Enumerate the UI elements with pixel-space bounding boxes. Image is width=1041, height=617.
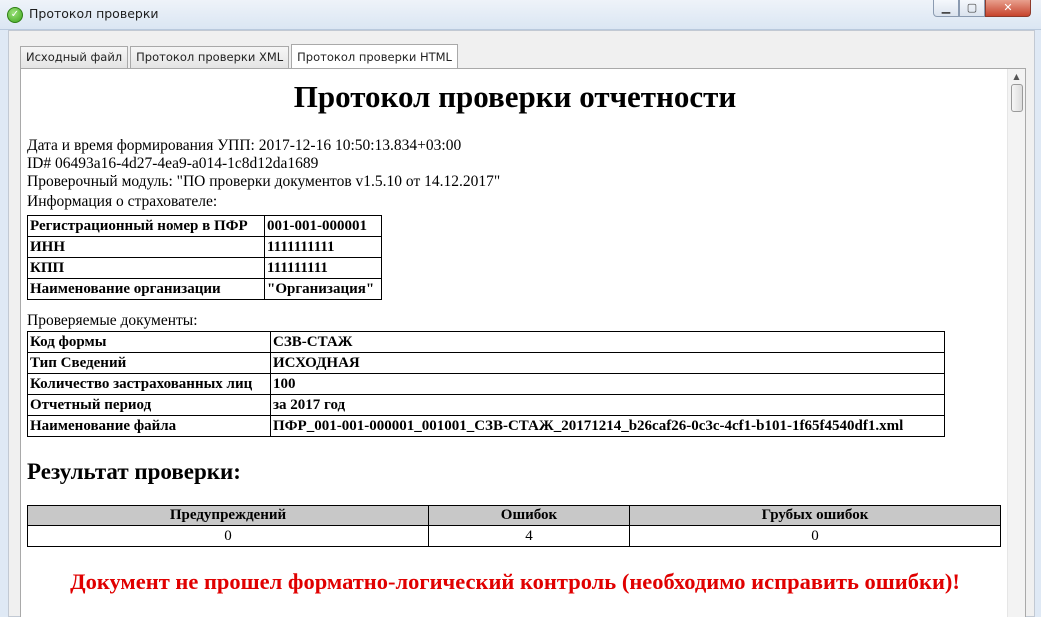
table-row: 0 4 0 — [27, 525, 1001, 547]
table-row: КПП 111111111 — [27, 257, 382, 279]
document-title: Протокол проверки отчетности — [293, 79, 737, 114]
client-area: Исходный файл Протокол проверки XML Прот… — [8, 30, 1035, 617]
table-key: КПП — [27, 257, 265, 279]
result-table: Предупреждений Ошибок Грубых ошибок 0 4 … — [27, 505, 1001, 547]
warnings-count: 0 — [27, 525, 429, 547]
table-value: "Организация" — [264, 278, 382, 300]
table-value: 001-001-000001 — [264, 215, 382, 237]
table-row: Код формы СЗВ-СТАЖ — [27, 331, 945, 353]
table-row: Наименование файла ПФР_001-001-000001_00… — [27, 415, 945, 437]
gross-errors-count: 0 — [629, 525, 1001, 547]
table-value: 111111111 — [264, 257, 382, 279]
vertical-scrollbar[interactable]: ▲ — [1007, 69, 1025, 617]
table-row: Наименование организации "Организация" — [27, 278, 382, 300]
errors-count: 4 — [428, 525, 630, 547]
title-bar: ✓ Протокол проверки ▁ ▢ ✕ — [0, 0, 1041, 30]
table-row: Отчетный период за 2017 год — [27, 394, 945, 416]
scrollbar-thumb[interactable] — [1011, 84, 1023, 112]
window-controls: ▁ ▢ ✕ — [933, 0, 1031, 18]
table-key: Наименование организации — [27, 278, 265, 300]
table-row: Количество застрахованных лиц 100 — [27, 373, 945, 395]
table-value: 1111111111 — [264, 236, 382, 258]
meta-module: Проверочный модуль: "ПО проверки докумен… — [27, 173, 501, 190]
table-value: ИСХОДНАЯ — [270, 352, 945, 374]
insurer-caption: Информация о страхователе: — [27, 193, 218, 210]
result-heading: Результат проверки: — [27, 459, 241, 484]
window-title: Протокол проверки — [29, 6, 159, 21]
table-header-row: Предупреждений Ошибок Грубых ошибок — [27, 505, 1001, 526]
table-value: СЗВ-СТАЖ — [270, 331, 945, 353]
table-key: Наименование файла — [27, 415, 271, 437]
table-value: ПФР_001-001-000001_001001_СЗВ-СТАЖ_20171… — [270, 415, 945, 437]
table-row: ИНН 1111111111 — [27, 236, 382, 258]
table-key: ИНН — [27, 236, 265, 258]
table-key: Количество застрахованных лиц — [27, 373, 271, 395]
maximize-button[interactable]: ▢ — [959, 0, 985, 17]
meta-id: ID# 06493a16-4d27-4ea9-a014-1c8d12da1689 — [27, 155, 319, 172]
minimize-button[interactable]: ▁ — [933, 0, 959, 17]
status-message: Документ не прошел форматно-логический к… — [70, 569, 960, 594]
tab-source-file[interactable]: Исходный файл — [20, 46, 129, 69]
scroll-up-icon[interactable]: ▲ — [1008, 69, 1025, 85]
document-meta: Дата и время формирования УПП: 2017-12-1… — [27, 137, 500, 191]
tab-protocol-html[interactable]: Протокол проверки HTML — [291, 44, 458, 69]
table-row: Регистрационный номер в ПФР 001-001-0000… — [27, 215, 382, 237]
warnings-header: Предупреждений — [27, 505, 429, 526]
html-view-pane: Протокол проверки отчетности Дата и врем… — [20, 68, 1026, 617]
check-icon: ✓ — [7, 7, 23, 23]
documents-table: Код формы СЗВ-СТАЖ Тип Сведений ИСХОДНАЯ… — [27, 331, 945, 437]
table-row: Тип Сведений ИСХОДНАЯ — [27, 352, 945, 374]
table-value: 100 — [270, 373, 945, 395]
table-key: Код формы — [27, 331, 271, 353]
tab-protocol-xml[interactable]: Протокол проверки XML — [130, 46, 290, 69]
gross-errors-header: Грубых ошибок — [629, 505, 1001, 526]
insurer-table: Регистрационный номер в ПФР 001-001-0000… — [27, 215, 382, 300]
tab-bar: Исходный файл Протокол проверки XML Прот… — [20, 44, 460, 69]
table-key: Тип Сведений — [27, 352, 271, 374]
errors-header: Ошибок — [428, 505, 630, 526]
table-key: Отчетный период — [27, 394, 271, 416]
table-value: за 2017 год — [270, 394, 945, 416]
documents-caption: Проверяемые документы: — [27, 312, 198, 329]
close-button[interactable]: ✕ — [985, 0, 1031, 17]
meta-datetime: Дата и время формирования УПП: 2017-12-1… — [27, 137, 462, 154]
table-key: Регистрационный номер в ПФР — [27, 215, 265, 237]
